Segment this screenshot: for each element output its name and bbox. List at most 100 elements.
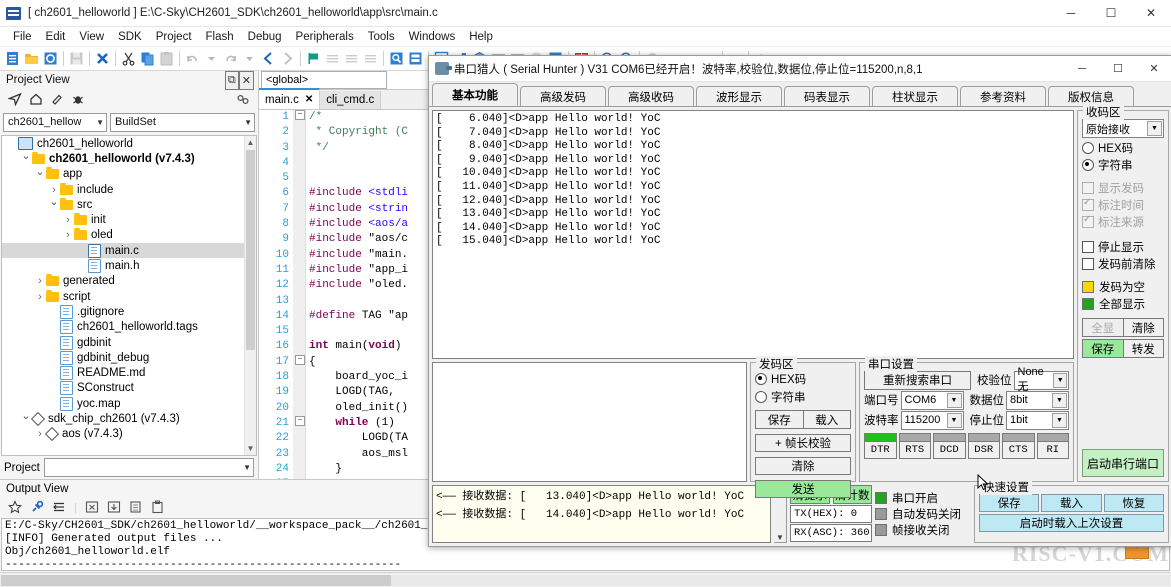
rescan-ports-button[interactable]: 重新搜索串口	[864, 371, 971, 390]
project-tree-scrollbar[interactable]: ▲ ▼	[244, 136, 256, 455]
search-icon[interactable]	[388, 50, 405, 67]
start-serial-port-button[interactable]: 启动串行端口	[1082, 449, 1164, 477]
check-stop-display[interactable]: 停止显示	[1082, 239, 1164, 254]
tree-item[interactable]: script	[2, 289, 256, 304]
receive-save-button[interactable]: 保存	[1082, 339, 1124, 358]
chevron-closed-icon[interactable]	[34, 428, 46, 440]
cut-icon[interactable]	[120, 50, 137, 67]
menu-item-tools[interactable]: Tools	[361, 30, 402, 44]
tree-item[interactable]: ch2601_helloworld.tags	[2, 320, 256, 335]
fold-marker-1[interactable]: −	[295, 110, 305, 120]
tree-item[interactable]: ch2601_helloworld	[2, 136, 256, 151]
chevron-open-icon[interactable]	[34, 168, 46, 181]
scroll-thumb[interactable]	[246, 150, 255, 350]
minimize-icon[interactable]: ─	[1051, 0, 1091, 26]
scope-select[interactable]: <global>	[261, 71, 387, 89]
quick-save-button[interactable]: 保存	[979, 494, 1039, 512]
maximize-icon[interactable]: ☐	[1091, 0, 1131, 26]
chevron-open-icon[interactable]	[48, 198, 60, 211]
receive-radio-string[interactable]: 字符串	[1082, 157, 1164, 172]
scroll-down-icon[interactable]: ▼	[245, 442, 256, 455]
horizontal-scroll-thumb[interactable]	[1, 575, 391, 586]
tree-item[interactable]: oled	[2, 228, 256, 243]
chevron-closed-icon[interactable]	[34, 275, 46, 287]
tree-item[interactable]: include	[2, 182, 256, 197]
databits-select[interactable]: 8bit ▼	[1006, 391, 1069, 410]
stopbits-select[interactable]: 1bit ▼	[1006, 411, 1069, 430]
tree-item[interactable]: main.c	[2, 243, 256, 258]
build-tree-icon[interactable]	[50, 92, 64, 109]
project-select[interactable]: ch2601_hellow ▼	[3, 113, 107, 132]
receive-textarea[interactable]: [ 6.040]<D>app Hello world! YoC [ 7.040]…	[432, 110, 1074, 359]
debug-bug-icon[interactable]	[71, 92, 85, 109]
port-select[interactable]: COM6 ▼	[901, 391, 964, 410]
signal-ri[interactable]: RI	[1037, 433, 1070, 459]
serial-tab-2[interactable]: 高级收码	[608, 86, 694, 106]
chevron-closed-icon[interactable]	[34, 291, 46, 303]
menu-item-debug[interactable]: Debug	[241, 30, 289, 44]
buildset-select[interactable]: BuildSet ▼	[110, 113, 255, 132]
flag-icon[interactable]	[305, 50, 322, 67]
copy-output-icon[interactable]	[129, 500, 143, 517]
serial-tab-5[interactable]: 柱状显示	[872, 86, 958, 106]
receive-radio-hex[interactable]: HEX码	[1082, 140, 1164, 155]
menu-item-flash[interactable]: Flash	[199, 30, 241, 44]
receive-clear-button[interactable]: 清除	[1124, 318, 1165, 337]
menu-item-project[interactable]: Project	[149, 30, 199, 44]
tree-item[interactable]: generated	[2, 274, 256, 289]
scroll-down-icon[interactable]: ▼	[776, 533, 784, 542]
tree-item[interactable]: SConstruct	[2, 381, 256, 396]
project-tree[interactable]: ch2601_helloworldch2601_helloworld (v7.4…	[1, 135, 257, 456]
chevron-closed-icon[interactable]	[62, 229, 74, 241]
send-textarea[interactable]	[432, 362, 747, 482]
close-file-icon[interactable]	[94, 50, 111, 67]
chevron-closed-icon[interactable]	[62, 214, 74, 226]
tree-item[interactable]: main.h	[2, 258, 256, 273]
parity-select[interactable]: None 无 ▼	[1014, 371, 1070, 390]
settings-link-icon[interactable]	[236, 92, 250, 109]
serial-maximize-icon[interactable]: ☐	[1100, 56, 1136, 81]
tab-cli-cmd-c[interactable]: cli_cmd.c	[320, 91, 381, 109]
send-radio-string[interactable]: 字符串	[755, 389, 851, 404]
tree-item[interactable]: aos (v7.4.3)	[2, 427, 256, 442]
open-folder-icon[interactable]	[23, 50, 40, 67]
project-view-close-icon[interactable]: ✕	[239, 71, 254, 90]
menu-item-windows[interactable]: Windows	[402, 30, 463, 44]
copy-icon[interactable]	[139, 50, 156, 67]
signal-dtr[interactable]: DTR	[864, 433, 897, 459]
tab-close-icon[interactable]: ✕	[305, 94, 313, 105]
home-icon[interactable]	[29, 92, 43, 109]
check-clear-before-send[interactable]: 发码前清除	[1082, 256, 1164, 271]
baud-select[interactable]: 115200 ▼	[901, 411, 964, 430]
tree-item[interactable]: .gitignore	[2, 304, 256, 319]
tree-item[interactable]: ch2601_helloworld (v7.4.3)	[2, 151, 256, 166]
menu-item-file[interactable]: File	[6, 30, 39, 44]
serial-tab-7[interactable]: 版权信息	[1048, 86, 1134, 106]
fold-marker-21[interactable]: −	[295, 416, 305, 426]
refresh-project-icon[interactable]	[42, 50, 59, 67]
menu-item-edit[interactable]: Edit	[39, 30, 73, 44]
serial-close-icon[interactable]: ✕	[1136, 56, 1171, 81]
quick-autoload-button[interactable]: 启动时载入上次设置	[979, 514, 1164, 532]
tree-item[interactable]: README.md	[2, 365, 256, 380]
signal-rts[interactable]: RTS	[899, 433, 932, 459]
serial-minimize-icon[interactable]: ─	[1064, 56, 1100, 81]
menu-item-sdk[interactable]: SDK	[111, 30, 149, 44]
search-replace-icon[interactable]	[407, 50, 424, 67]
signal-dsr[interactable]: DSR	[968, 433, 1001, 459]
send-save-button[interactable]: 保存	[755, 410, 804, 429]
tree-item[interactable]: gdbinit	[2, 335, 256, 350]
serial-tab-3[interactable]: 波形显示	[696, 86, 782, 106]
tab-main-c[interactable]: main.c ✕	[259, 88, 320, 109]
signal-cts[interactable]: CTS	[1002, 433, 1035, 459]
chevron-open-icon[interactable]	[20, 152, 32, 165]
back-icon[interactable]	[260, 50, 277, 67]
serial-tab-0[interactable]: 基本功能	[432, 83, 518, 106]
horizontal-scrollbar[interactable]	[1, 575, 1170, 586]
send-radio-hex[interactable]: HEX码	[755, 371, 851, 386]
tree-item[interactable]: app	[2, 167, 256, 182]
new-file-icon[interactable]	[4, 50, 21, 67]
chevron-closed-icon[interactable]	[48, 184, 60, 196]
receive-mode-select[interactable]: 原始接收 ▼	[1082, 119, 1164, 138]
clear-output-icon[interactable]	[85, 500, 99, 517]
